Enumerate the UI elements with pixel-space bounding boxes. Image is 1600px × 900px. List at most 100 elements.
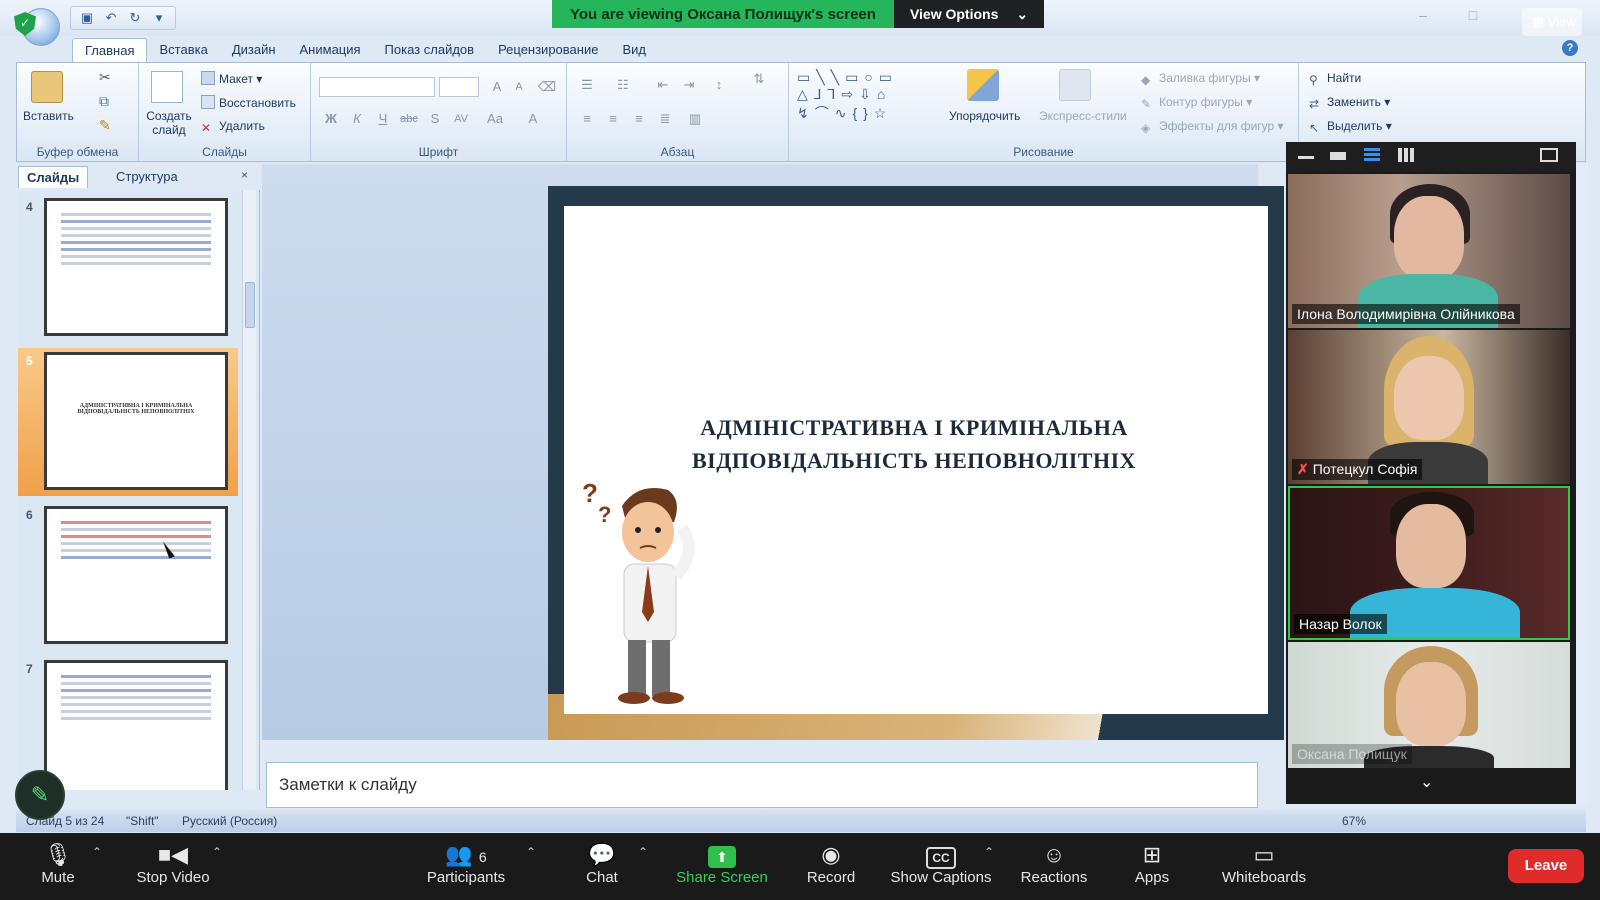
underline-icon[interactable]: Ч xyxy=(373,109,393,129)
chat-button[interactable]: 💬 Chat xyxy=(580,833,624,900)
select-cursor-icon: ↖ xyxy=(1309,121,1320,135)
tab-animation[interactable]: Анимация xyxy=(288,38,373,62)
shadow-icon[interactable]: S xyxy=(425,109,445,129)
arrange-button[interactable]: Упорядочить xyxy=(949,109,1020,123)
speaker-view-icon[interactable] xyxy=(1330,152,1346,160)
slide-canvas[interactable]: АДМІНІСТРАТИВНА І КРИМІНАЛЬНА ВІДПОВІДАЛ… xyxy=(564,206,1268,714)
justify-icon[interactable]: ≣ xyxy=(655,109,675,129)
stop-video-button[interactable]: ■◀ Stop Video xyxy=(128,833,218,900)
undo-icon[interactable]: ↶ xyxy=(103,10,119,26)
reset-button[interactable]: Восстановить xyxy=(201,95,296,110)
bullets-icon[interactable]: ☰ xyxy=(577,75,597,95)
help-icon[interactable]: ? xyxy=(1562,40,1578,56)
minimize-gallery-icon[interactable] xyxy=(1298,156,1314,159)
annotate-pen-icon[interactable]: ✎ xyxy=(15,770,65,820)
maximize-icon[interactable]: □ xyxy=(1466,8,1480,22)
thumbnail-slide-7[interactable]: 7 xyxy=(18,656,238,790)
pane-close-icon[interactable]: × xyxy=(241,168,248,182)
captions-button[interactable]: CC Show Captions xyxy=(888,833,994,900)
participants-button[interactable]: 👥 6 Participants xyxy=(418,833,514,900)
align-center-icon[interactable]: ≡ xyxy=(603,109,623,129)
reactions-button[interactable]: ☺ Reactions xyxy=(1018,833,1090,900)
font-name-combo[interactable] xyxy=(319,77,435,97)
redo-icon[interactable]: ↻ xyxy=(127,10,143,26)
tab-slideshow[interactable]: Показ слайдов xyxy=(373,38,487,62)
font-size-combo[interactable] xyxy=(439,77,479,97)
audio-options-caret-icon[interactable]: ⌃ xyxy=(92,845,102,859)
tab-insert[interactable]: Вставка xyxy=(147,38,219,62)
notes-box[interactable]: Заметки к слайду xyxy=(266,762,1258,808)
replace-button[interactable]: ⇄ Заменить ▾ xyxy=(1309,95,1390,111)
columns-icon[interactable]: ▥ xyxy=(685,109,705,129)
tab-outline[interactable]: Структура xyxy=(108,166,186,188)
gallery-view-icon[interactable] xyxy=(1398,148,1414,162)
quick-styles-button[interactable]: Экспресс-стили xyxy=(1039,109,1127,123)
slide-scrollbar[interactable] xyxy=(1576,164,1588,804)
tab-slides[interactable]: Слайды xyxy=(18,166,89,188)
thumbnail-slide-6[interactable]: 6 xyxy=(18,502,238,650)
change-case-icon[interactable]: Aa xyxy=(485,109,505,129)
chat-caret-icon[interactable]: ⌃ xyxy=(638,845,648,859)
cut-icon[interactable]: ✂ xyxy=(99,69,111,86)
strip-view-icon[interactable] xyxy=(1364,148,1380,162)
spacing-icon[interactable]: AV xyxy=(451,109,471,129)
customize-qat-icon[interactable]: ▾ xyxy=(151,10,167,26)
grow-font-icon[interactable]: A xyxy=(487,77,507,97)
participant-tile[interactable]: Ілона Володимирівна Олійникова xyxy=(1288,174,1570,328)
minimize-icon[interactable]: – xyxy=(1416,8,1430,22)
expand-icon[interactable] xyxy=(1540,148,1558,162)
paste-button[interactable]: Вставить xyxy=(23,109,74,123)
font-color-icon[interactable]: A xyxy=(523,109,543,129)
find-button[interactable]: ⚲ Найти xyxy=(1309,71,1361,87)
numbering-icon[interactable]: ☷ xyxy=(613,75,633,95)
copy-icon[interactable]: ⧉ xyxy=(99,93,109,110)
tab-design[interactable]: Дизайн xyxy=(220,38,288,62)
participant-tile-active-speaker[interactable]: Назар Волок xyxy=(1288,486,1570,640)
thumbnail-slide-4[interactable]: 4 xyxy=(18,194,238,342)
align-right-icon[interactable]: ≡ xyxy=(629,109,649,129)
text-direction-icon[interactable]: ⇅ xyxy=(749,69,769,89)
shape-fill-button[interactable]: ◆ Заливка фигуры ▾ xyxy=(1141,71,1260,87)
italic-icon[interactable]: К xyxy=(347,109,367,129)
participant-tile[interactable]: ✗ Потецкул Софія xyxy=(1288,330,1570,484)
tab-view[interactable]: Вид xyxy=(610,38,658,62)
select-button[interactable]: ↖ Выделить ▾ xyxy=(1309,119,1392,135)
line-spacing-icon[interactable]: ↕ xyxy=(709,75,729,95)
leave-button[interactable]: Leave xyxy=(1508,849,1584,883)
tab-home[interactable]: Главная xyxy=(72,38,148,62)
decrease-indent-icon[interactable]: ⇤ xyxy=(653,75,673,95)
shape-outline-button[interactable]: ✎ Контур фигуры ▾ xyxy=(1141,95,1252,111)
align-left-icon[interactable]: ≡ xyxy=(577,109,597,129)
shape-effects-button[interactable]: ◈ Эффекты для фигур ▾ xyxy=(1141,119,1284,135)
participants-caret-icon[interactable]: ⌃ xyxy=(526,845,536,859)
strikethrough-icon[interactable]: abc xyxy=(399,109,419,129)
view-button[interactable]: ▦ View xyxy=(1522,8,1582,36)
mute-button[interactable]: 🎙 Mute xyxy=(30,833,86,900)
bold-icon[interactable]: Ж xyxy=(321,109,341,129)
apps-button[interactable]: ⊞ Apps xyxy=(1132,833,1172,900)
view-options-button[interactable]: View Options ⌄ xyxy=(893,0,1045,28)
video-options-caret-icon[interactable]: ⌃ xyxy=(212,845,222,859)
new-slide-button[interactable]: Создать слайд xyxy=(145,109,193,137)
chevron-down-icon[interactable]: ⌄ xyxy=(1420,772,1433,792)
zoom-level[interactable]: 67% xyxy=(1342,814,1366,828)
format-painter-icon[interactable]: ✎ xyxy=(99,117,111,134)
slide-title[interactable]: АДМІНІСТРАТИВНА І КРИМІНАЛЬНА ВІДПОВІДАЛ… xyxy=(684,411,1144,477)
increase-indent-icon[interactable]: ⇥ xyxy=(679,75,699,95)
pane-scroll-thumb[interactable] xyxy=(245,282,255,328)
delete-slide-button[interactable]: ✕ Удалить xyxy=(201,119,265,135)
clear-format-icon[interactable]: ⌫ xyxy=(537,77,557,97)
layout-button[interactable]: Макет ▾ xyxy=(201,71,262,86)
shapes-gallery[interactable]: ▭╲╲▭○▭ △⅃⅂⇨⇩⌂ ↯⌒∿{}☆ xyxy=(797,69,898,123)
share-screen-button[interactable]: ⬆ Share Screen xyxy=(672,833,772,900)
whiteboards-button[interactable]: ▭ Whiteboards xyxy=(1216,833,1312,900)
captions-caret-icon[interactable]: ⌃ xyxy=(984,845,994,859)
language-indicator[interactable]: Русский (Россия) xyxy=(182,814,277,828)
pane-scrollbar[interactable] xyxy=(242,190,256,790)
thumbnail-slide-5[interactable]: 5 АДМІНІСТРАТИВНА І КРИМІНАЛЬНА ВІДПОВІД… xyxy=(18,348,238,496)
save-icon[interactable]: ▣ xyxy=(79,10,95,26)
record-button[interactable]: ◉ Record xyxy=(804,833,858,900)
shrink-font-icon[interactable]: A xyxy=(509,77,529,97)
participant-tile[interactable]: Оксана Полищук xyxy=(1288,642,1570,768)
tab-review[interactable]: Рецензирование xyxy=(486,38,610,62)
